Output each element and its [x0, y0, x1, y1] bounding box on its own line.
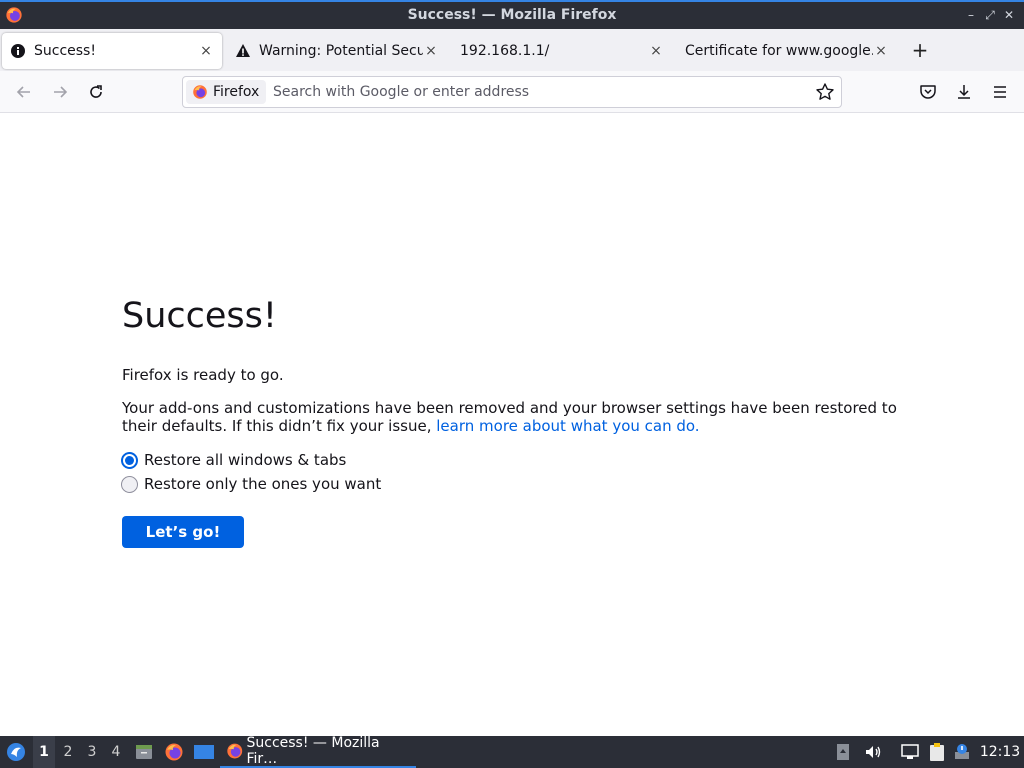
tab-close-button[interactable]: ×	[648, 43, 664, 59]
tab-close-button[interactable]: ×	[873, 43, 889, 59]
window-titlebar: Success! — Mozilla Firefox – ⤢ ✕	[0, 0, 1024, 29]
option-label: Restore only the ones you want	[144, 475, 382, 493]
learn-more-link[interactable]: learn more about what you can do.	[436, 417, 699, 435]
taskbar-window-label: Success! — Mozilla Fir…	[246, 735, 380, 767]
workspace-4[interactable]: 4	[105, 736, 127, 768]
back-button[interactable]	[12, 80, 36, 104]
url-bar[interactable]: Firefox	[182, 76, 842, 108]
reload-button[interactable]	[84, 80, 108, 104]
notifications-button[interactable]	[952, 736, 972, 768]
firefox-logo-icon	[227, 743, 243, 759]
app-menu-button[interactable]	[988, 80, 1012, 104]
window-title: Success! — Mozilla Firefox	[407, 7, 617, 23]
network-button[interactable]	[899, 736, 921, 768]
tab-label: 192.168.1.1/	[460, 43, 550, 59]
desktop-icon	[194, 745, 214, 759]
option-label: Restore all windows & tabs	[144, 451, 347, 469]
radio-unchecked-icon[interactable]	[121, 475, 138, 493]
tab-label: Success!	[34, 43, 96, 59]
clipboard-button[interactable]	[926, 736, 948, 768]
download-icon	[958, 85, 970, 99]
lets-go-button[interactable]: Let’s go!	[122, 516, 244, 548]
volume-button[interactable]	[862, 736, 884, 768]
page-title: Success!	[122, 296, 277, 336]
url-input[interactable]	[273, 82, 793, 102]
close-window-button[interactable]: ✕	[1000, 6, 1018, 24]
tab-warning[interactable]: Warning: Potential Security Risk Ahead ×	[227, 33, 447, 69]
bookmark-star-icon[interactable]	[815, 82, 835, 102]
new-tab-button[interactable]: +	[909, 40, 931, 62]
distro-logo-icon	[7, 743, 25, 761]
tab-close-button[interactable]: ×	[198, 43, 214, 59]
tab-label: Certificate for www.google.com	[685, 43, 873, 59]
tab-label: Warning: Potential Security Risk Ahead	[259, 43, 423, 59]
tab-success[interactable]: Success! ×	[2, 33, 222, 69]
forward-button[interactable]	[48, 80, 72, 104]
navigation-toolbar: Firefox	[0, 71, 1024, 113]
clipboard-icon	[930, 743, 944, 761]
firefox-logo-icon	[165, 743, 183, 761]
warning-icon	[236, 44, 250, 57]
maximize-button[interactable]: ⤢	[981, 6, 999, 24]
tab-certificate[interactable]: Certificate for www.google.com ×	[677, 33, 897, 69]
firefox-logo-icon	[193, 85, 207, 99]
info-icon	[11, 44, 25, 58]
page-content: Success! Firefox is ready to go. Your ad…	[0, 113, 1024, 736]
firefox-launcher[interactable]	[163, 736, 185, 768]
network-icon	[901, 744, 919, 759]
reload-icon	[90, 85, 102, 98]
workspace-3[interactable]: 3	[81, 736, 103, 768]
forward-arrow-icon	[54, 86, 68, 98]
downloads-button[interactable]	[952, 80, 976, 104]
ready-text: Firefox is ready to go.	[122, 366, 284, 384]
workspace-2[interactable]: 2	[57, 736, 79, 768]
pocket-button[interactable]	[916, 80, 940, 104]
hamburger-menu-icon	[994, 86, 1006, 98]
option-restore-some[interactable]: Restore only the ones you want	[121, 474, 381, 494]
file-manager-launcher[interactable]	[133, 736, 155, 768]
tab-strip: Success! × Warning: Potential Security R…	[0, 29, 1024, 71]
minimize-button[interactable]: –	[962, 6, 980, 24]
tray-arrow-icon	[837, 744, 849, 760]
back-arrow-icon	[16, 86, 30, 98]
taskbar-window-firefox[interactable]: Success! — Mozilla Fir…	[220, 735, 416, 768]
tab-router[interactable]: 192.168.1.1/ ×	[452, 33, 672, 69]
clock[interactable]: 12:13	[978, 736, 1022, 768]
identity-label: Firefox	[213, 84, 260, 100]
pocket-icon	[920, 85, 936, 99]
identity-box[interactable]: Firefox	[186, 80, 267, 104]
description-text: Your add-ons and customizations have bee…	[122, 399, 912, 435]
option-restore-all[interactable]: Restore all windows & tabs	[121, 450, 346, 470]
tab-close-button[interactable]: ×	[423, 43, 439, 59]
file-manager-icon	[136, 745, 152, 759]
volume-icon	[866, 746, 881, 758]
radio-checked-icon[interactable]	[121, 451, 138, 469]
start-menu-button[interactable]	[4, 736, 28, 768]
notification-icon	[955, 744, 969, 759]
workspace-1[interactable]: 1	[33, 736, 55, 768]
show-desktop-button[interactable]	[192, 736, 216, 768]
tray-scroll-button[interactable]	[834, 736, 852, 768]
taskbar: 1 2 3 4 Success! — Mozilla Fir… 12:13	[0, 735, 1024, 768]
